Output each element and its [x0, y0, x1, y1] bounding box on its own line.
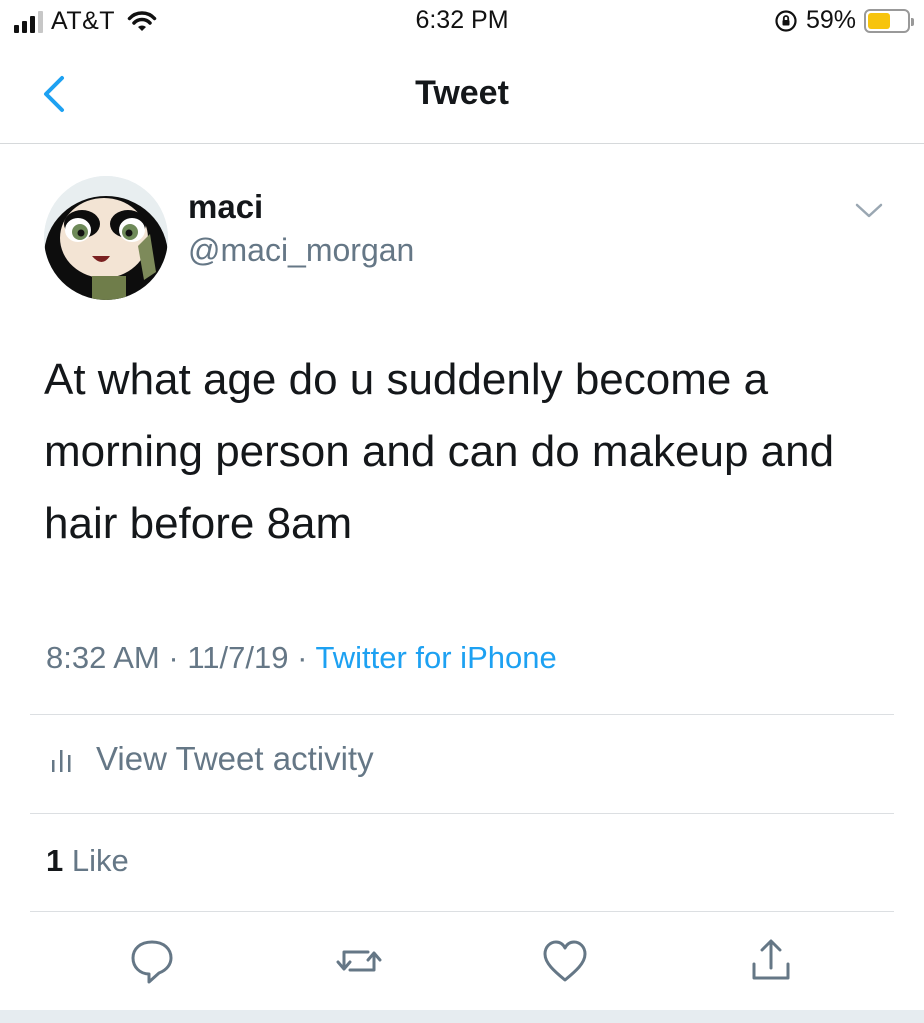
- view-tweet-activity-button[interactable]: View Tweet activity: [50, 740, 374, 778]
- battery-percent: 59%: [805, 6, 856, 34]
- bar-chart-icon: [52, 750, 71, 772]
- divider: [30, 714, 894, 715]
- activity-label: View Tweet activity: [96, 740, 374, 777]
- page-title: Tweet: [415, 74, 509, 112]
- chevron-down-icon[interactable]: [852, 196, 886, 226]
- nav-bar: Tweet: [0, 44, 924, 144]
- author-handle[interactable]: @maci_morgan: [188, 232, 414, 269]
- meta-separator: ·: [168, 640, 179, 675]
- share-icon[interactable]: [746, 936, 796, 986]
- meta-separator: ·: [297, 640, 308, 675]
- tweet-meta: 8:32 AM · 11/7/19 · Twitter for iPhone: [46, 640, 557, 676]
- divider: [30, 911, 894, 912]
- avatar-image: [44, 176, 168, 300]
- tweet-time: 8:32 AM: [46, 640, 160, 675]
- battery-tip: [911, 17, 914, 26]
- tweet-date: 11/7/19: [187, 640, 289, 675]
- tweet-action-bar: [0, 936, 924, 992]
- bottom-divider-bar: [0, 1010, 924, 1023]
- tweet-source-link[interactable]: Twitter for iPhone: [315, 640, 556, 675]
- likes-label: Like: [71, 843, 129, 878]
- status-bar: AT&T 6:32 PM 59%: [0, 0, 924, 44]
- author-name[interactable]: maci: [188, 188, 263, 226]
- tweet-text: At what age do u suddenly become a morni…: [44, 355, 835, 548]
- battery-icon: [864, 8, 914, 33]
- status-right: 59%: [774, 6, 914, 35]
- orientation-lock-icon: [775, 9, 797, 32]
- avatar[interactable]: [44, 176, 168, 300]
- retweet-icon[interactable]: [334, 936, 384, 986]
- like-icon[interactable]: [540, 936, 590, 986]
- divider: [30, 813, 894, 814]
- likes-count[interactable]: 1 Like: [46, 843, 129, 879]
- battery-fill: [868, 12, 891, 29]
- reply-icon[interactable]: [127, 936, 177, 986]
- likes-number: 1: [46, 843, 64, 878]
